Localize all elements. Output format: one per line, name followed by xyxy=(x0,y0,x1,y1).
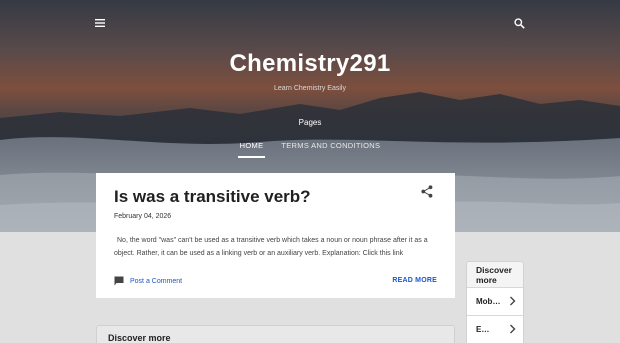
hamburger-menu-icon[interactable] xyxy=(88,11,112,35)
site-description: Learn Chemistry Easily xyxy=(274,85,346,92)
read-more-button[interactable]: READ MORE xyxy=(392,277,437,284)
discover-item-label: Mob… xyxy=(476,297,501,306)
post-card: Is was a transitive verb? February 04, 2… xyxy=(96,173,455,298)
discover-more-panel-side: Discover more Mob… E… xyxy=(466,261,524,343)
tab-home[interactable]: HOME xyxy=(237,139,266,158)
discover-item[interactable]: E… xyxy=(467,315,523,343)
discover-more-panel-bottom[interactable]: Discover more xyxy=(96,325,455,343)
discover-item[interactable]: Mob… xyxy=(467,287,523,315)
page-tabs: HOME TERMS AND CONDITIONS xyxy=(0,139,620,158)
site-title[interactable]: Chemistry291 xyxy=(0,50,620,78)
post-date[interactable]: February 04, 2026 xyxy=(114,213,171,220)
tab-terms-and-conditions[interactable]: TERMS AND CONDITIONS xyxy=(279,139,382,158)
share-icon[interactable] xyxy=(421,185,437,201)
discover-item-label: E… xyxy=(476,325,490,334)
chevron-right-icon xyxy=(510,324,516,334)
comment-icon xyxy=(114,276,124,286)
chevron-right-icon xyxy=(510,296,516,306)
discover-more-label: Discover more xyxy=(108,333,171,343)
search-icon[interactable] xyxy=(507,11,531,35)
pages-heading: Pages xyxy=(298,118,322,127)
post-title[interactable]: Is was a transitive verb? xyxy=(114,187,311,207)
post-comment-link[interactable]: Post a Comment xyxy=(114,276,182,286)
post-snippet: No, the word "was" can't be used as a tr… xyxy=(114,237,428,257)
post-comment-label: Post a Comment xyxy=(130,277,183,285)
discover-more-heading: Discover more xyxy=(476,265,512,285)
